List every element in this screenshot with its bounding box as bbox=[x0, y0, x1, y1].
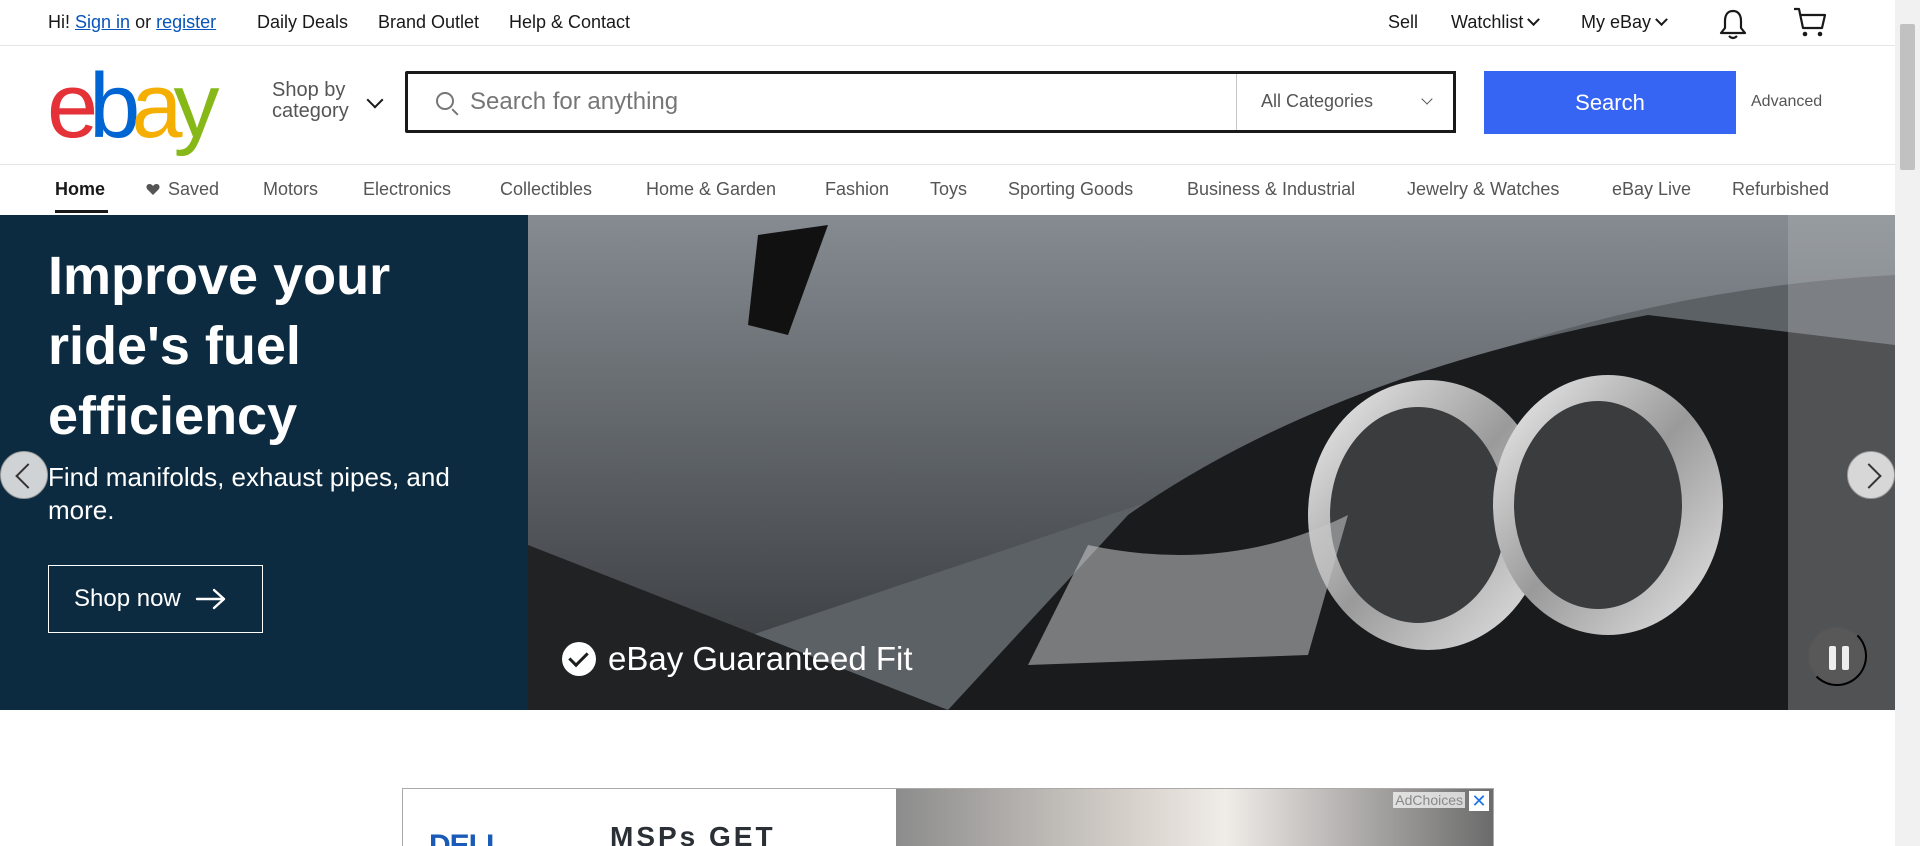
category-label: category bbox=[272, 100, 349, 122]
chevron-down-icon bbox=[1421, 93, 1433, 105]
hero-title: Improve your ride's fuel efficiency bbox=[48, 246, 391, 446]
chevron-down-icon[interactable] bbox=[366, 91, 384, 109]
page-scrollbar[interactable] bbox=[1895, 0, 1920, 846]
guaranteed-fit-badge: eBay Guaranteed Fit bbox=[562, 640, 913, 678]
watchlist-label: Watchlist bbox=[1451, 12, 1524, 32]
cart-icon[interactable] bbox=[1792, 6, 1828, 38]
hero-carousel: Improve your ride's fuel efficiency Find… bbox=[0, 215, 1895, 710]
logo-letter-b: b bbox=[89, 55, 140, 157]
chevron-down-icon bbox=[1655, 13, 1668, 27]
brand-outlet-link[interactable]: Brand Outlet bbox=[378, 12, 479, 33]
shop-now-button[interactable]: Shop now bbox=[48, 565, 263, 633]
dell-logo: DELL bbox=[429, 829, 504, 846]
top-utility-bar: Hi! Sign in or register Daily Deals Bran… bbox=[0, 0, 1895, 46]
chevron-down-icon bbox=[1527, 13, 1541, 27]
nav-electronics[interactable]: Electronics bbox=[363, 179, 451, 200]
greeting-text: Hi! bbox=[48, 12, 70, 32]
scrollbar-thumb[interactable] bbox=[1900, 24, 1915, 170]
carousel-next-button[interactable] bbox=[1847, 451, 1895, 499]
register-link[interactable]: register bbox=[156, 12, 216, 33]
logo-letter-a: a bbox=[131, 55, 182, 157]
nav-toys[interactable]: Toys bbox=[930, 179, 967, 200]
logo-letter-e: e bbox=[47, 55, 98, 157]
search-box: All Categories bbox=[405, 71, 1456, 133]
nav-fashion[interactable]: Fashion bbox=[825, 179, 889, 200]
ebay-logo[interactable]: ebay bbox=[47, 55, 220, 157]
nav-business-industrial[interactable]: Business & Industrial bbox=[1187, 179, 1355, 200]
category-select-value: All Categories bbox=[1261, 91, 1374, 111]
greeting-area: Hi! Sign in or register bbox=[48, 12, 216, 33]
search-input[interactable] bbox=[470, 74, 1220, 130]
arrow-right-icon bbox=[195, 588, 225, 610]
help-contact-link[interactable]: Help & Contact bbox=[509, 12, 630, 33]
hero-image[interactable] bbox=[528, 215, 1895, 710]
logo-letter-y: y bbox=[173, 55, 220, 157]
advanced-search-link[interactable]: Advanced bbox=[1751, 93, 1822, 111]
watchlist-dropdown[interactable]: Watchlist bbox=[1451, 12, 1541, 33]
nav-refurbished[interactable]: Refurbished bbox=[1732, 179, 1829, 200]
nav-saved[interactable]: Saved bbox=[146, 179, 219, 200]
daily-deals-link[interactable]: Daily Deals bbox=[257, 12, 348, 33]
category-select[interactable]: All Categories bbox=[1236, 74, 1453, 130]
carousel-prev-button[interactable] bbox=[0, 451, 48, 499]
nav-ebay-live[interactable]: eBay Live bbox=[1612, 179, 1691, 200]
ad-close-icon[interactable]: ✕ bbox=[1469, 791, 1489, 811]
nav-home[interactable]: Home bbox=[55, 179, 105, 200]
nav-motors[interactable]: Motors bbox=[263, 179, 318, 200]
nav-collectibles[interactable]: Collectibles bbox=[500, 179, 592, 200]
sign-in-link[interactable]: Sign in bbox=[75, 12, 130, 33]
shop-by-category-button[interactable]: Shop by category bbox=[272, 80, 349, 122]
shop-now-label: Shop now bbox=[74, 585, 181, 612]
nav-home-garden[interactable]: Home & Garden bbox=[646, 179, 776, 200]
heart-icon bbox=[146, 184, 160, 195]
check-circle-icon bbox=[562, 642, 596, 676]
my-ebay-label: My eBay bbox=[1581, 12, 1652, 32]
search-icon bbox=[436, 92, 454, 110]
guaranteed-fit-label: eBay Guaranteed Fit bbox=[608, 640, 913, 677]
hero-subtitle: Find manifolds, exhaust pipes, and more. bbox=[48, 462, 450, 525]
category-nav: Home Saved Motors Electronics Collectibl… bbox=[0, 164, 1895, 215]
nav-saved-label: Saved bbox=[168, 179, 220, 199]
adchoices-link[interactable]: AdChoices bbox=[1393, 792, 1465, 808]
or-text: or bbox=[135, 12, 152, 32]
ad-headline: MSPs GET bbox=[610, 821, 776, 846]
ad-text-panel: DELL MSPs GET bbox=[403, 789, 896, 846]
active-tab-indicator bbox=[55, 210, 108, 213]
my-ebay-dropdown[interactable]: My eBay bbox=[1581, 12, 1668, 33]
search-button[interactable]: Search bbox=[1484, 71, 1736, 134]
nav-sporting-goods[interactable]: Sporting Goods bbox=[1008, 179, 1133, 200]
exhaust-pipes-image bbox=[528, 215, 1895, 710]
bell-icon[interactable] bbox=[1718, 8, 1748, 40]
advertisement-banner[interactable]: DELL MSPs GET AdChoices ✕ bbox=[402, 788, 1494, 846]
hero-text-panel: Improve your ride's fuel efficiency Find… bbox=[0, 215, 528, 710]
sell-link[interactable]: Sell bbox=[1388, 12, 1418, 33]
carousel-pause-button[interactable] bbox=[1807, 626, 1867, 686]
nav-jewelry-watches[interactable]: Jewelry & Watches bbox=[1407, 179, 1559, 200]
shop-by-label: Shop by bbox=[272, 79, 346, 101]
